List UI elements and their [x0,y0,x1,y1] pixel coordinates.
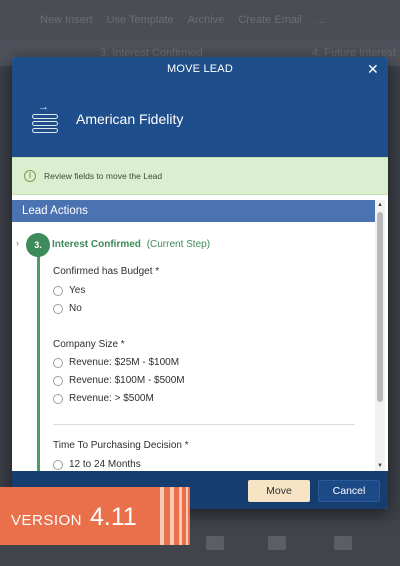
bg-list-icon [206,536,224,550]
radio-label: Revenue: $25M - $100M [69,357,180,368]
cancel-button[interactable]: Cancel [318,480,380,502]
bg-toolbar-item: ... [315,14,326,26]
close-icon[interactable]: ✕ [364,60,382,78]
radio-option-revenue-25-100[interactable]: Revenue: $25M - $100M [53,357,179,368]
background-toolbar: New Insert Use Template Archive Create E… [0,0,400,40]
radio-label: Revenue: $100M - $500M [69,375,185,386]
radio-label: Yes [69,285,86,296]
bg-toolbar-item: Create Email [238,14,302,26]
radio-label: 12 to 24 Months [69,459,141,470]
radio-button[interactable] [53,303,63,314]
radio-option-12-24-months[interactable]: 12 to 24 Months [53,459,141,470]
step-progress-line [37,253,40,473]
info-icon: i [24,170,36,182]
move-lead-modal: MOVE LEAD ✕ → American Fidelity i Review… [12,57,388,509]
question-label-company-size: Company Size * [53,339,125,350]
question-label-budget: Confirmed has Budget * [53,266,160,277]
question-label-purchasing-decision: Time To Purchasing Decision * [53,440,189,451]
badge-stripe [170,487,174,545]
version-label: VERSION 4.11 [11,503,137,532]
badge-stripe [160,487,164,545]
bg-toolbar-item: Archive [187,14,225,26]
notice-text: Review fields to move the Lead [44,171,163,181]
divider [53,424,355,425]
step-number-badge: 3. [26,233,50,257]
radio-button[interactable] [53,375,63,386]
radio-option-yes[interactable]: Yes [53,285,85,296]
section-header: Lead Actions [12,200,375,222]
bg-chart-icon [334,536,352,550]
lead-name: American Fidelity [76,111,184,127]
badge-stripe [186,487,188,545]
version-number: 4.11 [90,503,137,531]
bg-move-icon [268,536,286,550]
scroll-up-arrow-icon[interactable]: ▲ [375,200,385,210]
scroll-down-arrow-icon[interactable]: ▼ [375,461,385,471]
step-title: Interest Confirmed (Current Step) [52,239,210,250]
radio-button[interactable] [53,357,63,368]
step-name: Interest Confirmed [52,239,141,250]
step-number: 3. [34,240,42,250]
radio-label: Revenue: > $500M [69,393,154,404]
modal-titlebar: MOVE LEAD ✕ [12,57,388,81]
version-word: VERSION [11,512,83,529]
radio-label: No [69,303,82,314]
current-step-label: (Current Step) [146,239,211,250]
radio-button[interactable] [53,393,63,404]
section-title: Lead Actions [22,205,88,217]
scrollbar[interactable]: ▲ ▼ [375,200,385,471]
badge-stripe [179,487,182,545]
move-button[interactable]: Move [248,480,310,502]
bg-toolbar-item: Use Template [106,14,174,26]
notice-banner: i Review fields to move the Lead [12,157,388,195]
radio-button[interactable] [53,285,63,296]
radio-button[interactable] [53,459,63,470]
bg-toolbar-item: New Insert [40,14,93,26]
radio-option-no[interactable]: No [53,303,82,314]
chevron-right-icon[interactable]: › [16,238,19,248]
modal-title: MOVE LEAD [167,63,233,75]
lead-header: → American Fidelity [12,81,388,157]
radio-option-revenue-100-500[interactable]: Revenue: $100M - $500M [53,375,185,386]
radio-option-revenue-500-plus[interactable]: Revenue: > $500M [53,393,154,404]
lead-move-icon: → [30,102,60,136]
scroll-thumb[interactable] [377,212,383,402]
